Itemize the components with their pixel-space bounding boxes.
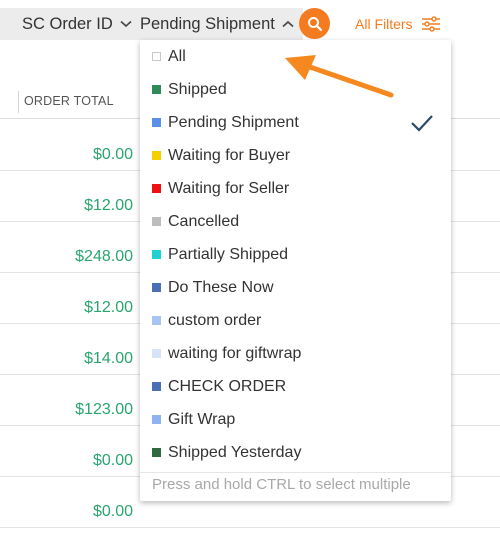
status-color-swatch: [152, 184, 161, 193]
status-color-swatch: [152, 52, 161, 61]
status-option-label: All: [168, 47, 186, 65]
search-icon: [307, 16, 323, 32]
order-total-cell: $14.00: [84, 350, 133, 367]
status-option-label: Do These Now: [168, 278, 274, 296]
status-option-pending-shipment[interactable]: Pending Shipment: [140, 106, 451, 139]
status-color-swatch: [152, 217, 161, 226]
status-option-do-these-now[interactable]: Do These Now: [140, 271, 451, 304]
column-separator: [18, 91, 19, 113]
order-total-cell: $12.00: [84, 299, 133, 316]
status-color-swatch: [152, 349, 161, 358]
status-color-swatch: [152, 151, 161, 160]
status-option-label: Waiting for Seller: [168, 179, 290, 197]
order-total-cell: $123.00: [75, 401, 133, 418]
status-option-label: custom order: [168, 311, 262, 329]
status-option-label: Partially Shipped: [168, 245, 289, 263]
chevron-up-icon: [282, 20, 294, 28]
status-option-label: CHECK ORDER: [168, 377, 287, 395]
status-option-label: Shipped: [168, 80, 227, 98]
status-option-label: Gift Wrap: [168, 410, 236, 428]
status-option-waiting-for-buyer[interactable]: Waiting for Buyer: [140, 139, 451, 172]
status-option-label: Waiting for Buyer: [168, 146, 291, 164]
status-option-label: Cancelled: [168, 212, 240, 230]
field-select[interactable]: SC Order ID: [22, 8, 132, 40]
status-color-swatch: [152, 250, 161, 259]
status-option-waiting-for-giftwrap[interactable]: waiting for giftwrap: [140, 337, 451, 370]
status-color-swatch: [152, 283, 161, 292]
field-select-label: SC Order ID: [22, 14, 113, 33]
status-option-cancelled[interactable]: Cancelled: [140, 205, 451, 238]
all-filters-button[interactable]: All Filters: [355, 8, 441, 40]
status-option-label: Shipped Yesterday: [168, 443, 302, 461]
order-total-cell: $0.00: [92, 452, 133, 469]
order-total-cell: $12.00: [84, 197, 133, 214]
order-total-cell: $0.00: [92, 146, 133, 163]
status-option-shipped-yesterday[interactable]: Shipped Yesterday: [140, 436, 451, 469]
checkmark-icon: [410, 114, 434, 137]
status-option-gift-wrap[interactable]: Gift Wrap: [140, 403, 451, 436]
order-total-cell: $0.00: [92, 503, 133, 520]
status-option-label: waiting for giftwrap: [168, 344, 302, 362]
status-option-waiting-for-seller[interactable]: Waiting for Seller: [140, 172, 451, 205]
status-option-shipped[interactable]: Shipped: [140, 73, 451, 106]
status-option-custom-order[interactable]: custom order: [140, 304, 451, 337]
status-color-swatch: [152, 316, 161, 325]
all-filters-label: All Filters: [355, 16, 413, 32]
sliders-icon: [421, 16, 441, 32]
status-color-swatch: [152, 85, 161, 94]
order-total-cell: $248.00: [75, 248, 133, 265]
status-dropdown-menu: All Shipped Pending Shipment Waiting for…: [140, 40, 451, 501]
status-color-swatch: [152, 415, 161, 424]
multi-select-hint: Press and hold CTRL to select multiple: [152, 476, 411, 493]
status-color-swatch: [152, 118, 161, 127]
status-select[interactable]: Pending Shipment: [140, 8, 294, 40]
status-color-swatch: [152, 382, 161, 391]
order-total-column-header[interactable]: ORDER TOTAL: [24, 94, 114, 108]
status-select-label: Pending Shipment: [140, 14, 275, 33]
status-option-label: Pending Shipment: [168, 113, 299, 131]
status-option-check-order[interactable]: CHECK ORDER: [140, 370, 451, 403]
dropdown-divider: [140, 472, 451, 473]
search-button[interactable]: [299, 8, 330, 39]
status-option-all[interactable]: All: [140, 40, 451, 73]
chevron-down-icon: [120, 20, 132, 28]
status-color-swatch: [152, 448, 161, 457]
status-option-partially-shipped[interactable]: Partially Shipped: [140, 238, 451, 271]
